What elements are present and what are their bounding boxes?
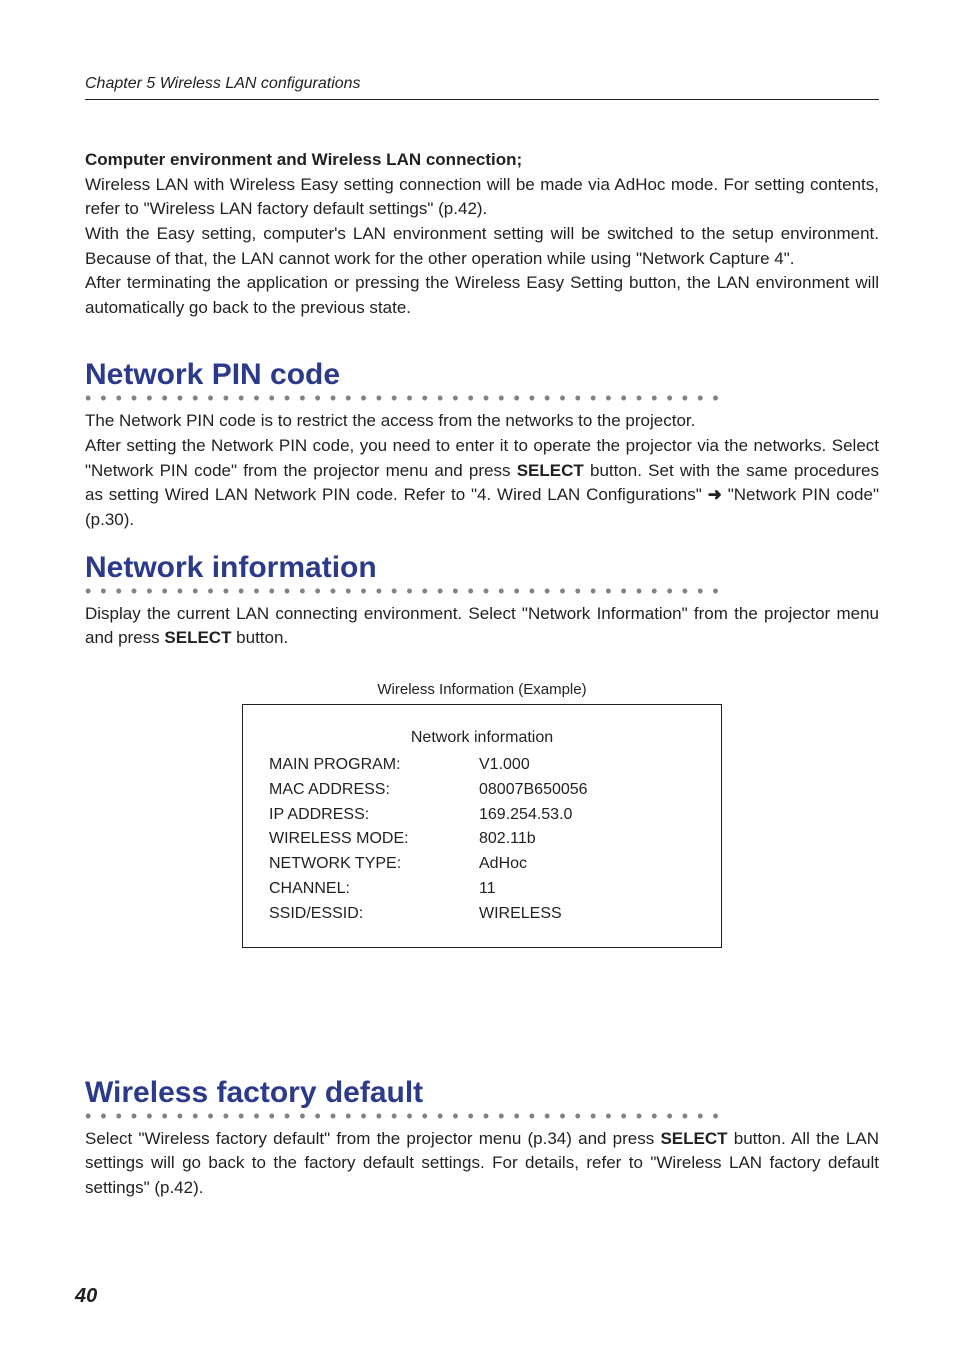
row-value: WIRELESS bbox=[479, 902, 695, 927]
info-body: Display the current LAN connecting envir… bbox=[85, 602, 879, 651]
row-label: NETWORK TYPE: bbox=[269, 852, 479, 877]
divider-dots: ••••••••••••••••••••••••••••••••••••••••… bbox=[85, 587, 879, 596]
row-value: 169.254.53.0 bbox=[479, 803, 695, 828]
pin-title: Network PIN code bbox=[85, 358, 879, 392]
info-select: SELECT bbox=[164, 628, 231, 647]
table-row: IP ADDRESS: 169.254.53.0 bbox=[269, 803, 695, 828]
info-p1c: button. bbox=[231, 628, 288, 647]
row-value: 11 bbox=[479, 877, 695, 902]
factory-p1a: Select "Wireless factory default" from t… bbox=[85, 1129, 660, 1148]
row-label: MAIN PROGRAM: bbox=[269, 753, 479, 778]
page-number: 40 bbox=[75, 1285, 97, 1308]
pin-select: SELECT bbox=[517, 461, 584, 480]
factory-select: SELECT bbox=[660, 1129, 727, 1148]
factory-title: Wireless factory default bbox=[85, 1076, 879, 1110]
row-label: IP ADDRESS: bbox=[269, 803, 479, 828]
table-row: MAIN PROGRAM: V1.000 bbox=[269, 753, 695, 778]
intro-p1: Wireless LAN with Wireless Easy setting … bbox=[85, 173, 879, 222]
divider-dots: ••••••••••••••••••••••••••••••••••••••••… bbox=[85, 1112, 879, 1121]
row-value: 802.11b bbox=[479, 827, 695, 852]
example-label: Wireless Information (Example) bbox=[85, 681, 879, 698]
intro-block: Computer environment and Wireless LAN co… bbox=[85, 148, 879, 320]
table-row: NETWORK TYPE: AdHoc bbox=[269, 852, 695, 877]
box-title: Network information bbox=[269, 729, 695, 747]
row-value: V1.000 bbox=[479, 753, 695, 778]
row-label: MAC ADDRESS: bbox=[269, 778, 479, 803]
row-value: 08007B650056 bbox=[479, 778, 695, 803]
table-row: CHANNEL: 11 bbox=[269, 877, 695, 902]
chapter-header: Chapter 5 Wireless LAN configurations bbox=[85, 75, 879, 100]
intro-p3: After terminating the application or pre… bbox=[85, 271, 879, 320]
row-label: SSID/ESSID: bbox=[269, 902, 479, 927]
table-row: MAC ADDRESS: 08007B650056 bbox=[269, 778, 695, 803]
pin-body: The Network PIN code is to restrict the … bbox=[85, 409, 879, 532]
factory-body: Select "Wireless factory default" from t… bbox=[85, 1127, 879, 1201]
row-value: AdHoc bbox=[479, 852, 695, 877]
network-info-box: Network information MAIN PROGRAM: V1.000… bbox=[242, 704, 722, 948]
row-label: CHANNEL: bbox=[269, 877, 479, 902]
pin-p1: The Network PIN code is to restrict the … bbox=[85, 411, 695, 430]
divider-dots: ••••••••••••••••••••••••••••••••••••••••… bbox=[85, 394, 879, 403]
arrow-icon: ➜ bbox=[708, 485, 722, 504]
intro-p2: With the Easy setting, computer's LAN en… bbox=[85, 222, 879, 271]
info-title: Network information bbox=[85, 551, 879, 585]
row-label: WIRELESS MODE: bbox=[269, 827, 479, 852]
intro-heading: Computer environment and Wireless LAN co… bbox=[85, 148, 879, 173]
table-row: WIRELESS MODE: 802.11b bbox=[269, 827, 695, 852]
table-row: SSID/ESSID: WIRELESS bbox=[269, 902, 695, 927]
